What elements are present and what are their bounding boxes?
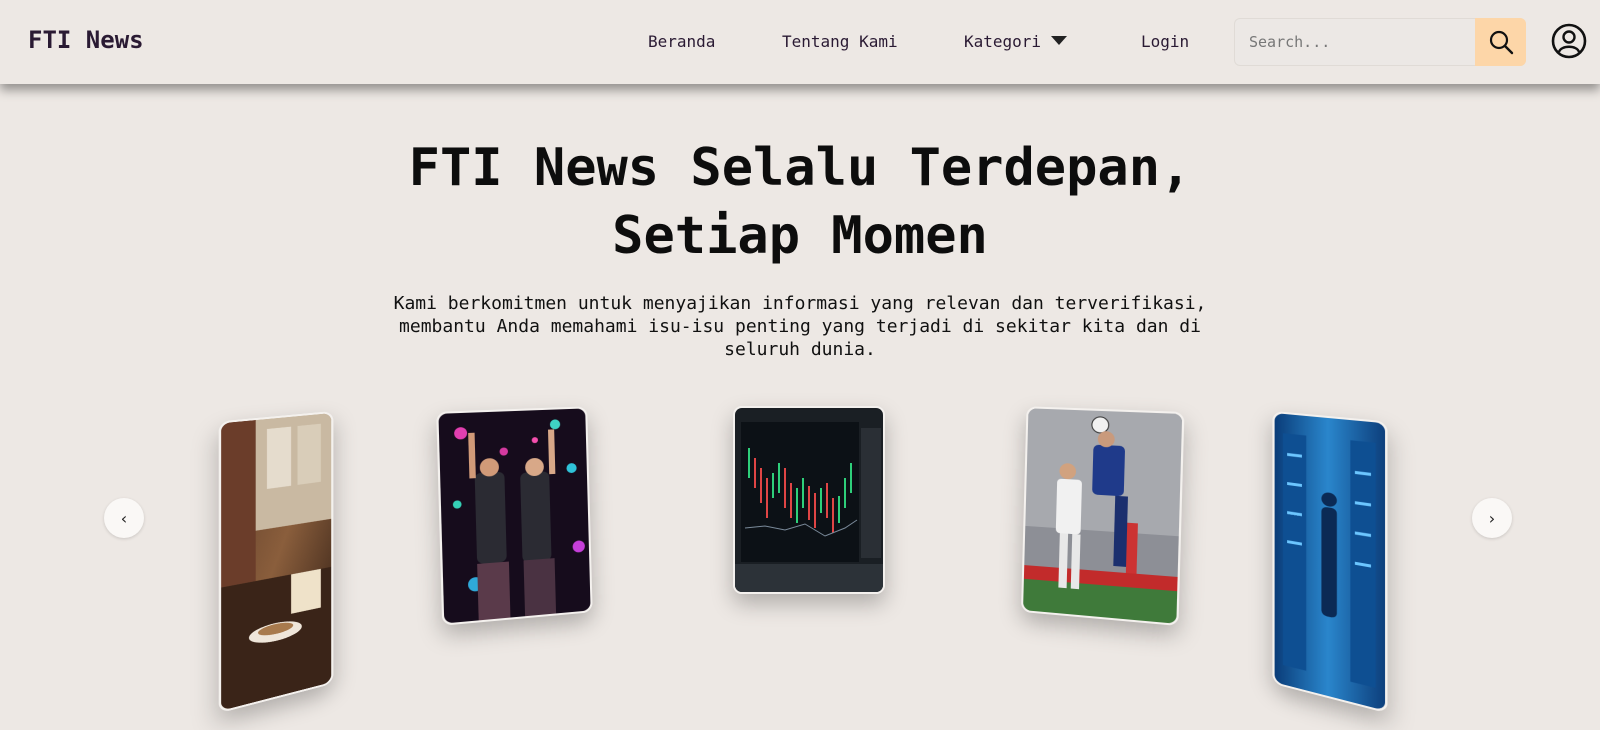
concert-image — [438, 408, 591, 624]
nav-link-login[interactable]: Login — [1141, 32, 1189, 51]
search-button[interactable] — [1475, 18, 1526, 66]
brand-logo-text[interactable]: FTI News — [28, 26, 144, 54]
carousel-next-button[interactable]: › — [1472, 498, 1512, 538]
server-room-image — [1274, 413, 1386, 711]
search-icon — [1489, 30, 1513, 55]
coffee-image — [221, 413, 332, 711]
carousel: ‹ › — [0, 0, 1600, 730]
carousel-card-concert[interactable] — [436, 406, 593, 626]
carousel-prev-button[interactable]: ‹ — [104, 498, 144, 538]
nav-dropdown-category[interactable]: Kategori — [964, 32, 1068, 51]
nav-link-home[interactable]: Beranda — [648, 32, 715, 51]
football-image — [1023, 408, 1183, 624]
carousel-card-server-room[interactable] — [1272, 410, 1388, 714]
carousel-card-stock-chart[interactable] — [733, 406, 885, 594]
top-navbar: FTI News Beranda Tentang Kami Kategori L… — [0, 0, 1600, 84]
nav-dropdown-category-label: Kategori — [964, 32, 1042, 51]
nav-link-about[interactable]: Tentang Kami — [782, 32, 898, 51]
caret-down-icon — [1051, 36, 1068, 45]
user-circle-icon — [1551, 23, 1587, 59]
carousel-card-football[interactable] — [1020, 406, 1185, 626]
search-input[interactable] — [1234, 18, 1474, 66]
search-bar — [1234, 18, 1526, 66]
stock-chart-image — [735, 408, 883, 592]
carousel-card-coffee[interactable] — [218, 410, 334, 714]
profile-button[interactable] — [1550, 22, 1588, 60]
